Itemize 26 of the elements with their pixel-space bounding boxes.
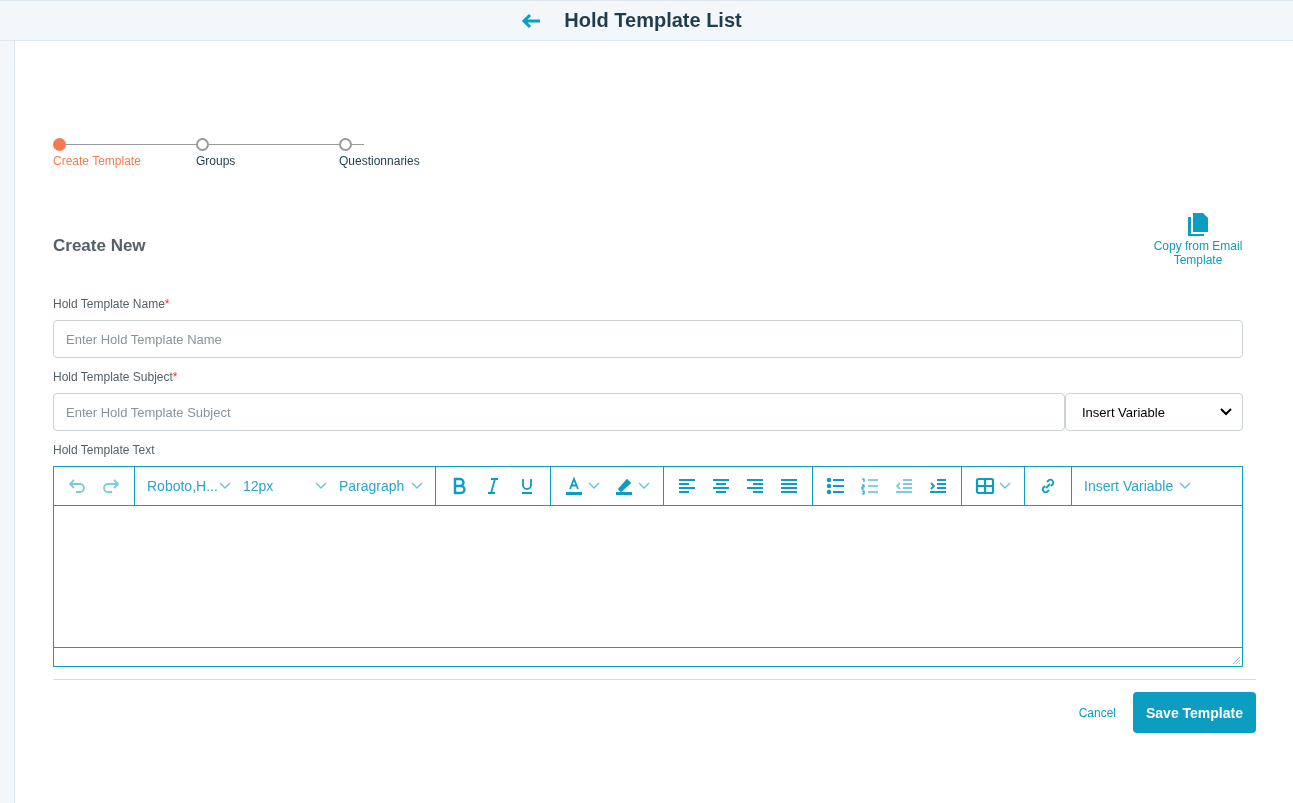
step-label[interactable]: Questionnaries	[339, 154, 420, 168]
section-heading: Create New	[53, 236, 146, 257]
chevron-down-icon	[1179, 482, 1192, 490]
chevron-down-icon	[1220, 408, 1232, 416]
toolbar-dropdown[interactable]: Paragraph	[333, 478, 429, 494]
step-label[interactable]: Groups	[196, 154, 339, 168]
save-template-button[interactable]: Save Template	[1133, 692, 1256, 733]
field-label: Hold Template Name*	[53, 297, 171, 311]
step-label[interactable]: Create Template	[53, 154, 196, 168]
chevron-down-icon	[219, 482, 231, 490]
chevron-down-icon	[411, 482, 423, 490]
copy-icon[interactable]	[1187, 212, 1209, 236]
back-arrow-icon[interactable]	[521, 12, 542, 29]
toolbar-dropdown[interactable]: 12px	[237, 478, 333, 494]
page-title: Hold Template List	[564, 9, 742, 32]
chevron-down-icon	[315, 482, 327, 490]
template-name-field[interactable]: Enter Hold Template Name	[53, 320, 1243, 358]
cancel-link[interactable]: Cancel	[1078, 705, 1116, 720]
template-subject-field[interactable]: Enter Hold Template Subject	[53, 393, 1065, 431]
resize-grip-icon[interactable]	[1232, 656, 1241, 665]
copy-from-email-template-link[interactable]: Copy from Email Template	[1148, 239, 1248, 267]
toolbar-dropdown[interactable]: Insert Variable	[1078, 478, 1198, 494]
field-label: Hold Template Subject*	[53, 370, 179, 384]
toolbar-dropdown[interactable]: Roboto,H...	[141, 478, 237, 494]
insert-variable-select[interactable]: Insert Variable	[1065, 393, 1243, 431]
field-label: Hold Template Text	[53, 443, 156, 457]
